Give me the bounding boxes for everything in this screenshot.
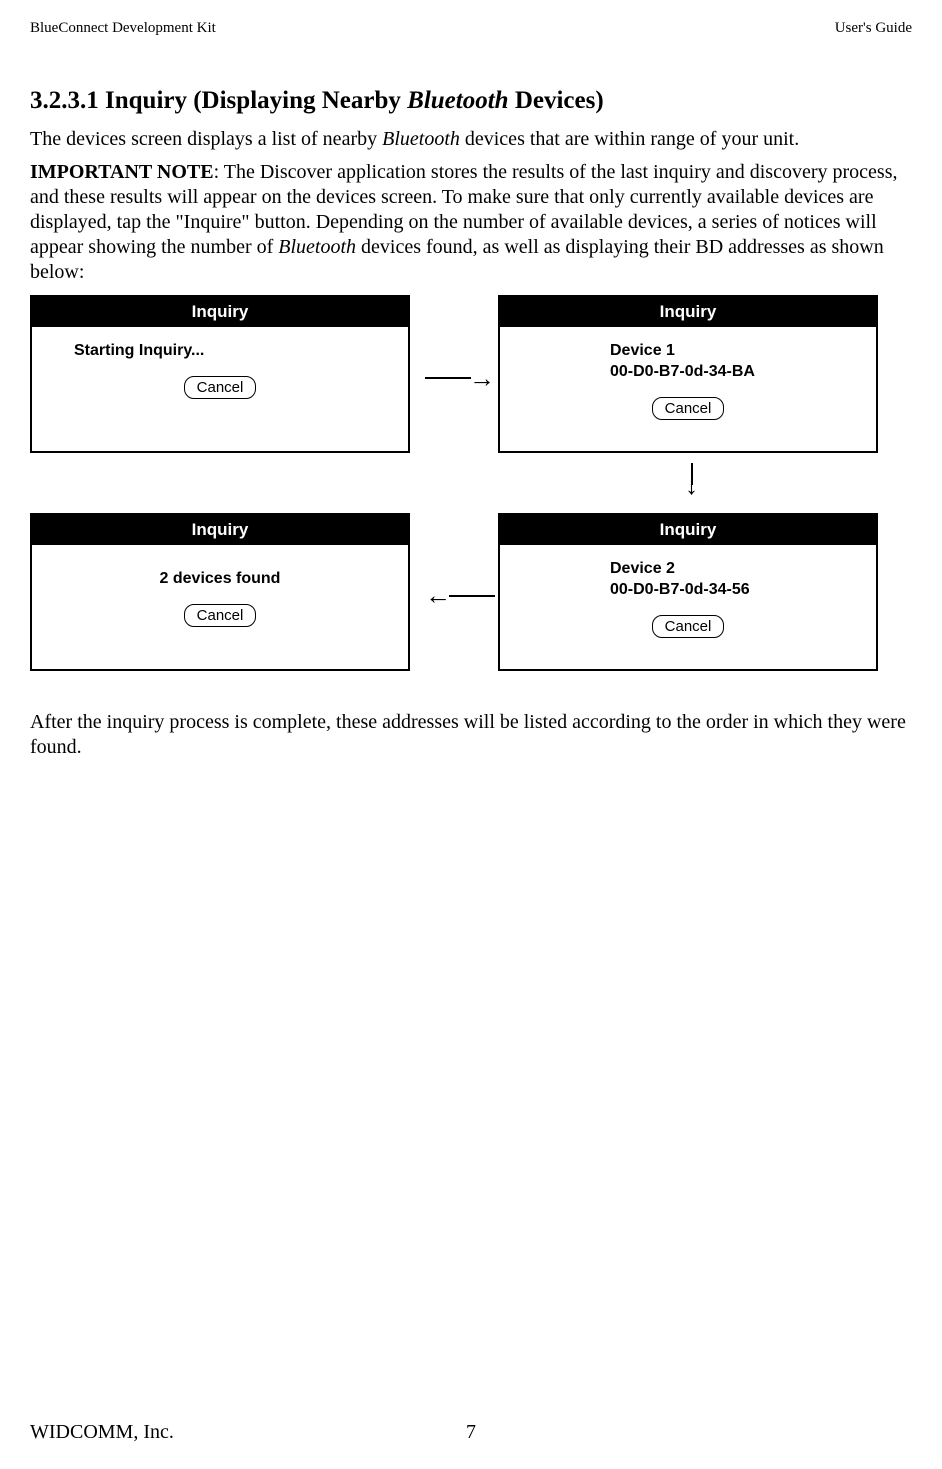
screen-body: Device 1 00-D0-B7-0d-34-BA Cancel [500,327,876,451]
device-2-label: Device 2 [610,559,750,580]
screen-body: 2 devices found Cancel [32,545,408,669]
device-2-address: 00-D0-B7-0d-34-56 [610,580,750,601]
cancel-button[interactable]: Cancel [652,397,725,420]
arrow-head: → [469,365,495,391]
screen-titlebar: Inquiry [500,297,876,327]
arrow-left-icon: ← [425,583,495,609]
inquiry-screen-device1: Inquiry Device 1 00-D0-B7-0d-34-BA Cance… [498,295,878,453]
screen-body: Device 2 00-D0-B7-0d-34-56 Cancel [500,545,876,669]
paragraph-2: IMPORTANT NOTE: The Discover application… [30,160,912,285]
p1-after: devices that are within range of your un… [460,128,799,150]
screen-titlebar: Inquiry [32,297,408,327]
heading-italic: Bluetooth [407,87,508,114]
device-1-address: 00-D0-B7-0d-34-BA [610,362,755,383]
arrow-down-icon: ↓ [685,463,698,491]
header-right: User's Guide [835,20,912,37]
paragraph-3: After the inquiry process is complete, t… [30,710,912,760]
footer-company: WIDCOMM, Inc. [30,1421,174,1444]
cancel-button[interactable]: Cancel [184,376,257,399]
arrow-shaft [449,595,495,597]
starting-inquiry-text: Starting Inquiry... [74,341,204,362]
device-1-label: Device 1 [610,341,755,362]
p1-before: The devices screen displays a list of ne… [30,128,382,150]
p1-italic: Bluetooth [382,128,460,150]
arrow-head: ↓ [685,481,698,491]
p2-italic: Bluetooth [278,236,356,258]
screen-titlebar: Inquiry [32,515,408,545]
important-note-label: IMPORTANT NOTE [30,161,214,183]
cancel-button[interactable]: Cancel [184,604,257,627]
section-number: 3.2.3.1 [30,87,99,114]
page-footer: WIDCOMM, Inc. 7 [30,1421,912,1444]
arrow-right-icon: → [425,365,495,391]
device-info-block: Device 1 00-D0-B7-0d-34-BA [610,341,755,383]
header-left: BlueConnect Development Kit [30,20,216,37]
inquiry-screen-starting: Inquiry Starting Inquiry... Cancel [30,295,410,453]
arrow-shaft [425,377,471,379]
heading-before-italic: Inquiry (Displaying Nearby [99,87,407,114]
screens-diagram: Inquiry Starting Inquiry... Cancel → Inq… [30,295,910,685]
footer-page-number: 7 [466,1421,476,1444]
inquiry-screen-devices-found: Inquiry 2 devices found Cancel [30,513,410,671]
cancel-button[interactable]: Cancel [652,615,725,638]
inquiry-screen-device2: Inquiry Device 2 00-D0-B7-0d-34-56 Cance… [498,513,878,671]
paragraph-1: The devices screen displays a list of ne… [30,127,912,152]
arrow-head: ← [425,583,451,609]
screen-body: Starting Inquiry... Cancel [32,327,408,451]
page-header: BlueConnect Development Kit User's Guide [30,20,912,37]
device-info-block: Device 2 00-D0-B7-0d-34-56 [610,559,750,601]
section-heading: 3.2.3.1 Inquiry (Displaying Nearby Bluet… [30,87,912,115]
devices-found-text: 2 devices found [160,569,281,590]
heading-after-italic: Devices) [509,87,604,114]
screen-titlebar: Inquiry [500,515,876,545]
